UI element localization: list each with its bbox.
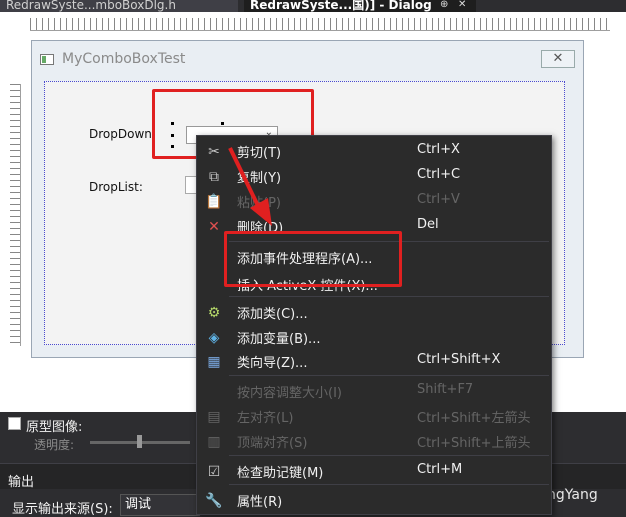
menu-separator [229,455,549,456]
menu-item-shortcut: Del [417,217,439,232]
menu-item-label: 检查助记键(M) [237,466,324,481]
dropdown-label: DropDown: [89,127,156,141]
copy-icon: ⧉ [209,169,219,185]
menu-item-label: 顶端对齐(S) [237,436,308,451]
menu-item-label: 粘贴(P) [237,196,281,211]
document-tab-strip: RedrawSyste...mboBoxDlg.h RedrawSyste...… [0,0,626,12]
align-left-icon: ▤ [207,409,221,425]
dialog-title: MyComboBoxTest [62,51,186,67]
menu-item-shortcut: Ctrl+M [417,462,463,477]
menu-item-label: 左对齐(L) [237,411,294,426]
menu-item-class-wizard[interactable]: ▦ 类向导(Z)... Ctrl+Shift+X [197,349,551,374]
menu-item-shortcut: Ctrl+X [417,142,460,157]
output-source-select[interactable]: 调试 [120,494,200,516]
highlight-event-handler-box [224,231,402,287]
class-wizard-icon: ▦ [207,354,221,370]
paste-icon: 📋 [205,194,223,210]
menu-item-align-left[interactable]: ▤ 左对齐(L) Ctrl+Shift+左箭头 [197,404,551,429]
tab-combobox-header[interactable]: RedrawSyste...mboBoxDlg.h [0,0,238,12]
delete-icon: ✕ [208,219,220,235]
prototype-image-label: 原型图像: [26,420,83,435]
opacity-label: 透明度: [34,438,75,452]
menu-item-size-to-content[interactable]: 按内容调整大小(I) Shift+F7 [197,379,551,404]
menu-separator [229,375,549,376]
menu-item-properties[interactable]: 🔧 属性(R) [197,488,551,513]
menu-item-label: 添加变量(B)... [237,332,321,347]
menu-item-cut[interactable]: ✂ 剪切(T) Ctrl+X [197,139,551,164]
menu-item-align-top[interactable]: ▥ 顶端对齐(S) Ctrl+Shift+上箭头 [197,429,551,454]
context-menu: ✂ 剪切(T) Ctrl+X ⧉ 复制(Y) Ctrl+C 📋 粘贴(P) Ct… [196,135,552,515]
add-variable-icon: ◈ [208,330,220,346]
menu-item-shortcut: Ctrl+Shift+左箭头 [417,411,531,426]
menu-item-shortcut: Shift+F7 [417,382,474,397]
check-mnemonics-icon: ☑ [207,464,221,480]
horizontal-ruler [30,18,610,31]
menu-item-shortcut: Ctrl+Shift+上箭头 [417,436,531,451]
menu-item-label: 类向导(Z)... [237,356,308,371]
menu-item-label: 复制(Y) [237,171,282,186]
output-panel-title: 输出 [8,475,35,490]
menu-item-paste[interactable]: 📋 粘贴(P) Ctrl+V [197,189,551,214]
opacity-slider-thumb[interactable] [137,435,142,448]
pin-icon[interactable]: ⊕ [440,0,448,10]
menu-item-label: 剪切(T) [237,146,282,161]
menu-item-label: 按内容调整大小(I) [237,386,342,401]
add-class-icon: ⚙ [207,305,221,321]
droplist-label: DropList: [89,180,143,194]
menu-item-label: 添加类(C)... [237,307,308,322]
menu-item-label: 属性(R) [237,495,283,510]
dialog-app-icon [40,54,54,65]
cut-icon: ✂ [208,144,220,160]
align-top-icon: ▥ [207,434,221,450]
menu-separator [229,484,549,485]
menu-item-add-variable[interactable]: ◈ 添加变量(B)... [197,325,551,350]
tab-dialog-resource[interactable]: RedrawSyste...国)] - Dialog ⊕ ✕ [244,0,476,12]
menu-item-copy[interactable]: ⧉ 复制(Y) Ctrl+C [197,164,551,189]
tab-dialog-label: RedrawSyste...国)] - Dialog [250,0,432,12]
prototype-image-checkbox[interactable] [8,417,21,430]
output-source-label: 显示输出来源(S): [12,502,113,517]
menu-separator [229,296,549,297]
properties-icon: 🔧 [205,493,223,509]
menu-item-shortcut: Ctrl+V [417,192,460,207]
menu-item-shortcut: Ctrl+C [417,167,461,182]
dialog-close-button[interactable]: ✕ [541,50,575,68]
menu-item-add-class[interactable]: ⚙ 添加类(C)... [197,300,551,325]
vertical-ruler [10,84,21,346]
menu-item-shortcut: Ctrl+Shift+X [417,352,501,367]
close-tab-icon[interactable]: ✕ [458,0,466,10]
menu-item-check-mnemonics[interactable]: ☑ 检查助记键(M) Ctrl+M [197,459,551,484]
